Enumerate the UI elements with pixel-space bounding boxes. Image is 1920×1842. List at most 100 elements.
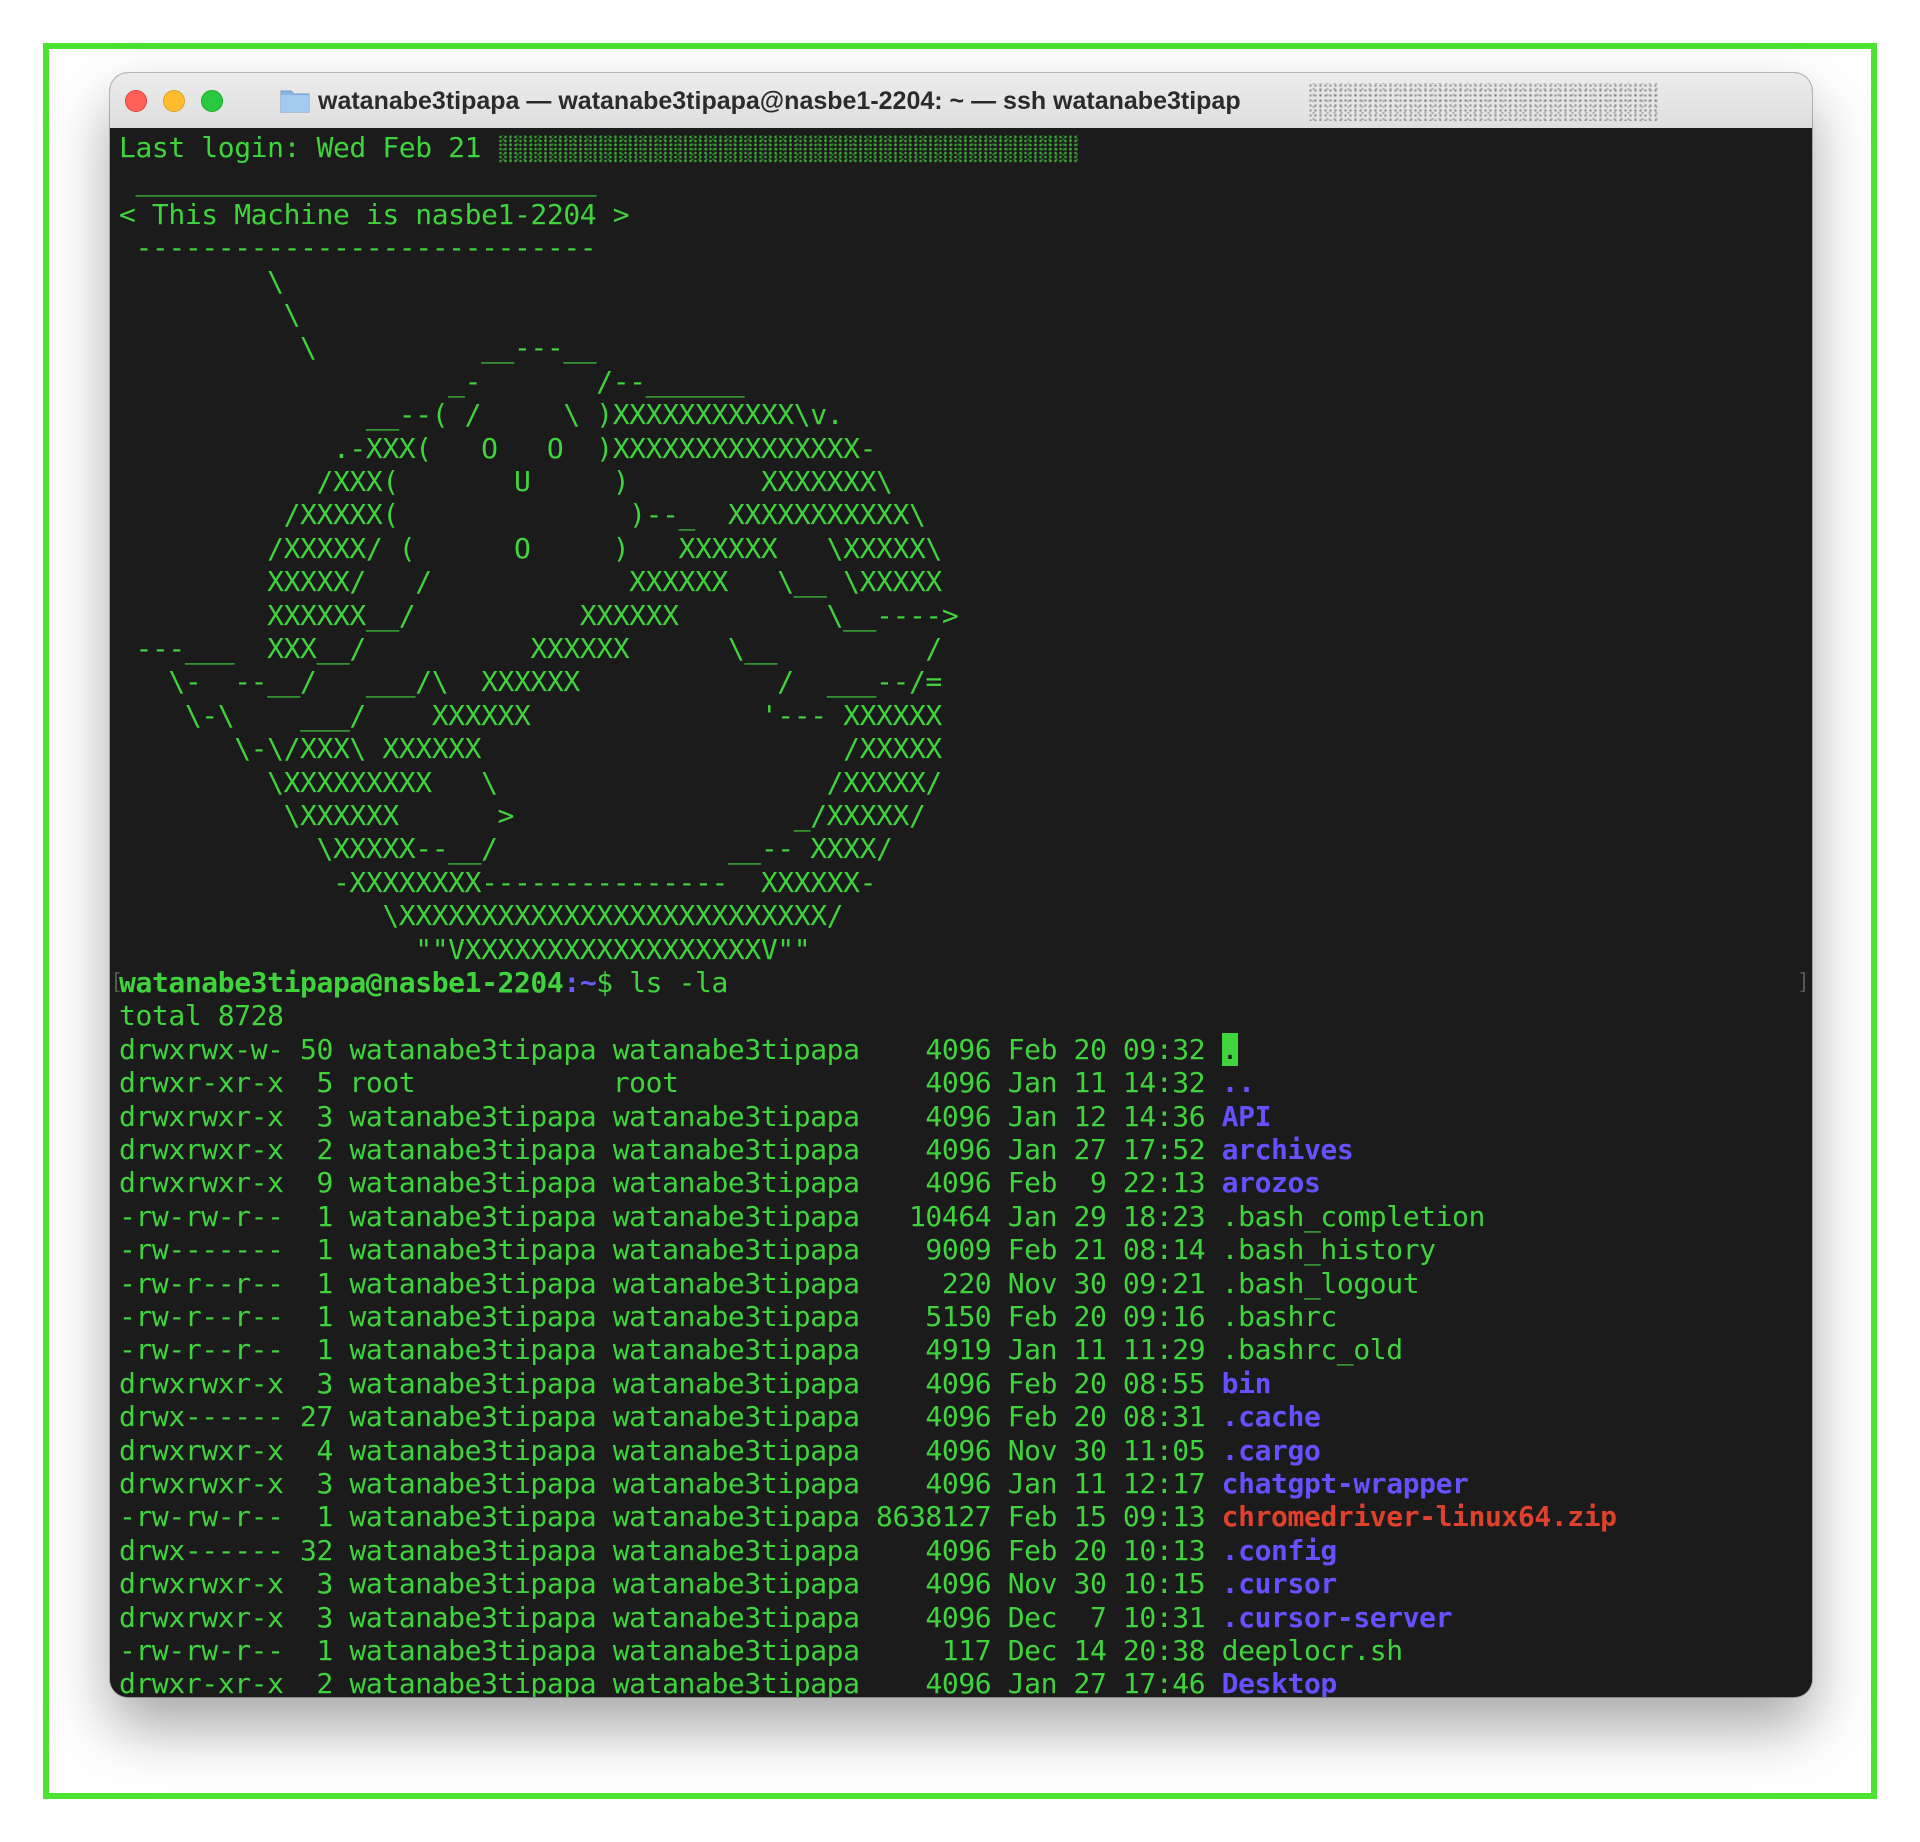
ascii-banner-line: \ <box>119 298 301 331</box>
ascii-banner-line: _- /--______ <box>119 364 745 398</box>
listing-meta: drwxrwxr-x 3 watanabe3tipapa watanabe3ti… <box>119 1467 1222 1500</box>
ascii-banner-line: ---___ XXX__/ XXXXXX \__ / <box>119 632 942 665</box>
listing-meta: drwxrwxr-x 4 watanabe3tipapa watanabe3ti… <box>119 1433 1222 1467</box>
ascii-banner-line: \-\/XXX\ XXXXXX /XXXXX <box>119 732 942 766</box>
listing-name: . <box>1221 1032 1239 1066</box>
listing-name: chatgpt-wrapper <box>1221 1467 1469 1500</box>
ascii-banner-line: /XXXXX( )--_ XXXXXXXXXXX\ <box>119 498 926 532</box>
ascii-banner-line: ---------------------------- <box>119 231 597 265</box>
listing-meta: drwx------ 32 watanabe3tipapa watanabe3t… <box>119 1533 1222 1567</box>
listing-meta: -rw-r--r-- 1 watanabe3tipapa watanabe3ti… <box>119 1266 1222 1300</box>
listing-name: Desktop <box>1221 1667 1338 1697</box>
ascii-banner-line: ____________________________ <box>119 164 597 198</box>
listing-meta: -rw-rw-r-- 1 watanabe3tipapa watanabe3ti… <box>119 1199 1222 1233</box>
listing-row: -rw-rw-r-- 1 watanabe3tipapa watanabe3ti… <box>119 1200 1485 1233</box>
listing-row: drwxrwxr-x 2 watanabe3tipapa watanabe3ti… <box>119 1133 1354 1166</box>
listing-meta: -rw-rw-r-- 1 watanabe3tipapa watanabe3ti… <box>119 1634 1222 1667</box>
last-login-line: Last login: Wed Feb 21 <box>119 131 1078 164</box>
listing-row: drwxrwxr-x 3 watanabe3tipapa watanabe3ti… <box>119 1100 1271 1133</box>
ascii-banner-line: XXXXX/ / XXXXXX \__ \XXXXX <box>119 565 942 599</box>
listing-name: deeplocr.sh <box>1221 1634 1403 1667</box>
close-button[interactable] <box>125 90 147 112</box>
listing-row: drwxrwxr-x 9 watanabe3tipapa watanabe3ti… <box>119 1166 1321 1200</box>
listing-row: -rw-r--r-- 1 watanabe3tipapa watanabe3ti… <box>119 1300 1337 1333</box>
listing-row: -rw-r--r-- 1 watanabe3tipapa watanabe3ti… <box>119 1333 1403 1366</box>
ascii-banner-line: XXXXXX__/ XXXXXX \__----> <box>119 598 959 632</box>
ascii-banner-line: .-XXX( O O )XXXXXXXXXXXXXXX- <box>119 431 877 465</box>
listing-name: .bash_history <box>1221 1233 1436 1267</box>
terminal-content[interactable]: Last login: Wed Feb 21 _________________… <box>110 128 1812 1697</box>
redacted-title-region <box>1308 83 1658 121</box>
window-title: watanabe3tipapa — watanabe3tipapa@nasbe1… <box>318 87 1241 115</box>
prompt-path: ~ <box>579 966 597 999</box>
ascii-banner-line: \ __---__ <box>119 331 597 365</box>
listing-row: drwxrwxr-x 3 watanabe3tipapa watanabe3ti… <box>119 1367 1271 1400</box>
ascii-banner-line: \-\ ___/ XXXXXX '--- XXXXXX <box>119 698 942 732</box>
prompt-line[interactable]: watanabe3tipapa@nasbe1-2204:~$ ls -la <box>119 966 728 999</box>
listing-name: .config <box>1221 1533 1338 1567</box>
ascii-banner-line: ""VXXXXXXXXXXXXXXXXXXV"" <box>119 932 811 966</box>
listing-meta: drwxrwxr-x 9 watanabe3tipapa watanabe3ti… <box>119 1166 1222 1200</box>
listing-name: archives <box>1221 1133 1354 1166</box>
prompt-user-host: watanabe3tipapa@nasbe1-2204 <box>119 966 564 999</box>
listing-row: drwx------ 32 watanabe3tipapa watanabe3t… <box>119 1534 1337 1567</box>
mark-bracket-right: ] <box>1796 970 1810 995</box>
listing-meta: drwxrwxr-x 3 watanabe3tipapa watanabe3ti… <box>119 1099 1222 1133</box>
listing-row: drwxr-xr-x 5 root root 4096 Jan 11 14:32… <box>119 1066 1255 1099</box>
listing-meta: drwxr-xr-x 5 root root 4096 Jan 11 14:32 <box>119 1066 1222 1100</box>
prompt-dollar: $ <box>596 966 630 999</box>
ascii-banner-line: -XXXXXXXX--------------- XXXXXX- <box>119 865 877 899</box>
listing-name: chromedriver-linux64.zip <box>1221 1500 1617 1534</box>
listing-row: -rw------- 1 watanabe3tipapa watanabe3ti… <box>119 1233 1436 1266</box>
folder-icon <box>280 90 310 113</box>
listing-row: drwxrwxr-x 4 watanabe3tipapa watanabe3ti… <box>119 1433 1321 1467</box>
listing-meta: -rw-r--r-- 1 watanabe3tipapa watanabe3ti… <box>119 1300 1222 1333</box>
listing-name: API <box>1221 1099 1272 1133</box>
ascii-banner-line: \XXXXXXXXXXXXXXXXXXXXXXXXXX/ <box>119 899 844 933</box>
listing-meta: drwxrwxr-x 3 watanabe3tipapa watanabe3ti… <box>119 1600 1222 1634</box>
prompt-separator: : <box>563 966 580 999</box>
command-text: ls -la <box>629 966 728 999</box>
ascii-banner-line: < This Machine is nasbe1-2204 > <box>119 197 630 231</box>
listing-name: .. <box>1221 1066 1255 1100</box>
listing-row: drwxrwxr-x 3 watanabe3tipapa watanabe3ti… <box>119 1467 1469 1500</box>
listing-row: drwxr-xr-x 2 watanabe3tipapa watanabe3ti… <box>119 1667 1337 1697</box>
listing-name: bin <box>1221 1366 1272 1400</box>
total-line: total 8728 <box>119 999 284 1033</box>
listing-row: -rw-rw-r-- 1 watanabe3tipapa watanabe3ti… <box>119 1500 1617 1533</box>
ascii-banner-line: \XXXXXXXXX \ /XXXXX/ <box>119 765 942 799</box>
listing-name: .bashrc <box>1221 1300 1338 1333</box>
listing-row: -rw-rw-r-- 1 watanabe3tipapa watanabe3ti… <box>119 1634 1403 1667</box>
zoom-button[interactable] <box>201 90 223 112</box>
listing-meta: drwxrwxr-x 3 watanabe3tipapa watanabe3ti… <box>119 1366 1222 1400</box>
listing-meta: drwxrwxr-x 3 watanabe3tipapa watanabe3ti… <box>119 1567 1222 1601</box>
ascii-banner-line: __--( / \ )XXXXXXXXXXX\v. <box>119 398 844 432</box>
listing-meta: -rw-rw-r-- 1 watanabe3tipapa watanabe3ti… <box>119 1500 1222 1534</box>
listing-name: .bash_completion <box>1221 1199 1486 1233</box>
listing-meta: drwxr-xr-x 2 watanabe3tipapa watanabe3ti… <box>119 1667 1222 1697</box>
last-login-text: Last login: Wed Feb 21 <box>119 131 498 164</box>
listing-name: .cache <box>1221 1400 1321 1434</box>
ascii-banner-line: \ <box>119 264 284 298</box>
ascii-banner-line: /XXXXX/ ( O ) XXXXXX \XXXXX\ <box>119 531 942 565</box>
listing-row: drwxrwxr-x 3 watanabe3tipapa watanabe3ti… <box>119 1601 1452 1634</box>
title-bar[interactable]: watanabe3tipapa — watanabe3tipapa@nasbe1… <box>110 73 1812 129</box>
listing-meta: drwxrwx-w- 50 watanabe3tipapa watanabe3t… <box>119 1032 1222 1066</box>
ascii-banner-line: \- --__/ ___/\ XXXXXX / ___--/= <box>119 665 942 699</box>
listing-name: arozos <box>1221 1166 1321 1200</box>
listing-name: .bash_logout <box>1221 1266 1420 1300</box>
listing-meta: drwx------ 27 watanabe3tipapa watanabe3t… <box>119 1400 1222 1434</box>
ascii-banner-line: \XXXXX--__/ __-- XXXX/ <box>119 832 893 866</box>
ascii-banner-line: /XXX( U ) XXXXXXX\ <box>119 465 893 498</box>
listing-row: drwx------ 27 watanabe3tipapa watanabe3t… <box>119 1400 1321 1434</box>
redacted-login-details <box>497 135 1078 163</box>
listing-row: drwxrwx-w- 50 watanabe3tipapa watanabe3t… <box>119 1032 1239 1066</box>
listing-row: -rw-r--r-- 1 watanabe3tipapa watanabe3ti… <box>119 1266 1420 1300</box>
listing-name: .cursor-server <box>1221 1600 1453 1634</box>
mark-bracket-left: [ <box>110 970 124 995</box>
listing-meta: -rw-r--r-- 1 watanabe3tipapa watanabe3ti… <box>119 1333 1222 1367</box>
listing-name: .cursor <box>1221 1567 1338 1601</box>
listing-meta: -rw------- 1 watanabe3tipapa watanabe3ti… <box>119 1233 1222 1267</box>
listing-name: .cargo <box>1221 1433 1321 1467</box>
minimize-button[interactable] <box>163 90 185 112</box>
